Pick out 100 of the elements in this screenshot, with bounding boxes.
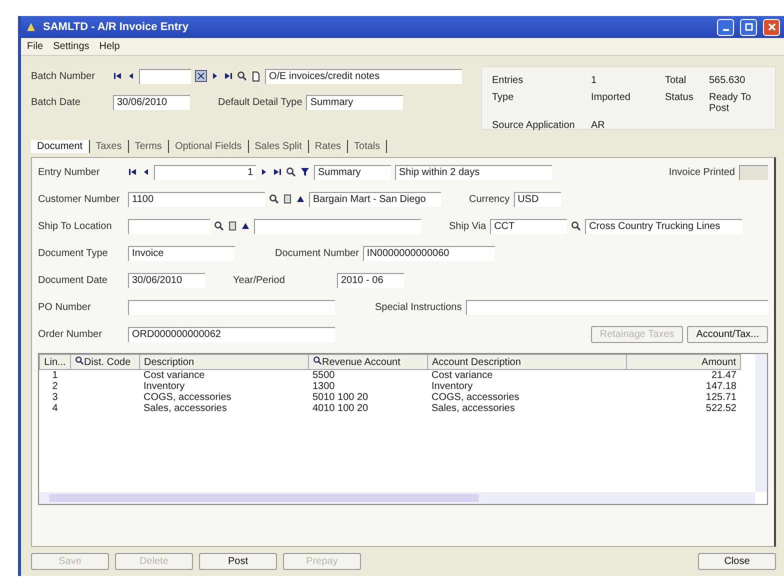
last-record-icon[interactable] xyxy=(223,71,233,81)
info-value: Imported xyxy=(591,92,632,105)
detail-type-field[interactable]: Summary xyxy=(306,94,404,110)
tab[interactable]: Rates xyxy=(308,140,348,153)
last-record-icon[interactable] xyxy=(272,167,282,177)
first-record-icon[interactable] xyxy=(128,167,138,177)
tab[interactable]: Terms xyxy=(128,140,169,153)
ship-via-name-field[interactable]: Cross Country Trucking Lines xyxy=(585,218,742,234)
info-label: Source Application xyxy=(492,120,576,131)
entry-number-field[interactable]: 1 xyxy=(154,164,256,180)
field-label: Customer Number xyxy=(38,194,121,204)
horizontal-scrollbar[interactable] xyxy=(39,492,755,504)
close-window-button[interactable]: Close xyxy=(698,553,776,570)
vertical-scrollbar[interactable] xyxy=(755,354,767,492)
po-number-field[interactable] xyxy=(128,300,335,314)
search-icon[interactable] xyxy=(237,71,247,81)
table-cell: Inventory xyxy=(432,381,473,392)
document-date-field[interactable]: 30/06/2010 xyxy=(128,272,205,288)
table-cell: Sales, accessories xyxy=(432,403,515,414)
table-cell: 147.18 xyxy=(706,381,736,392)
column-header[interactable]: Account Description xyxy=(428,354,626,370)
search-icon xyxy=(313,356,322,365)
currency-field[interactable]: USD xyxy=(514,192,561,206)
batch-date-field[interactable]: 30/06/2010 xyxy=(113,94,190,110)
tab[interactable]: Optional Fields xyxy=(168,140,249,153)
field-label: Year/Period xyxy=(233,274,286,286)
menu-item[interactable]: File xyxy=(27,41,44,52)
tab[interactable]: Sales Split xyxy=(248,140,309,153)
field-label: Document Type xyxy=(38,248,109,258)
up-arrow-icon[interactable] xyxy=(296,195,305,203)
table-cell: 21.47 xyxy=(711,370,736,381)
column-header[interactable]: Description xyxy=(140,354,308,370)
minimize-button[interactable] xyxy=(717,18,734,36)
ship-to-description-field[interactable] xyxy=(254,218,421,234)
table-cell: 4 xyxy=(52,403,58,414)
table-cell: 522.52 xyxy=(706,403,736,414)
ship-via-field[interactable]: CCT xyxy=(490,218,568,234)
menu-item[interactable]: Help xyxy=(99,41,120,52)
field-label: Ship Via xyxy=(449,220,486,232)
zoom-button-icon[interactable] xyxy=(195,70,207,82)
maximize-button[interactable] xyxy=(740,18,757,36)
side-button[interactable]: Account/Tax... xyxy=(687,326,768,342)
next-record-icon[interactable] xyxy=(260,167,268,177)
close-button[interactable] xyxy=(763,18,780,36)
menu-item[interactable]: Settings xyxy=(53,41,90,52)
table-cell: 5500 xyxy=(312,370,335,381)
column-header[interactable]: Dist. Code xyxy=(70,354,140,370)
table-cell: 1300 xyxy=(312,381,335,392)
table-cell: Cost variance xyxy=(144,370,205,381)
previous-record-icon[interactable] xyxy=(142,167,150,177)
column-header[interactable]: Amount xyxy=(626,354,740,370)
document-icon[interactable] xyxy=(228,221,237,231)
table-cell: COGS, accessories xyxy=(144,392,232,403)
search-icon[interactable] xyxy=(571,221,582,231)
table-cell: 1 xyxy=(52,370,58,381)
table-cell: Sales, accessories xyxy=(144,403,227,414)
next-record-icon[interactable] xyxy=(211,71,219,81)
up-arrow-icon[interactable] xyxy=(241,222,250,230)
search-icon xyxy=(75,356,84,365)
order-number-field[interactable]: ORD000000000062 xyxy=(128,326,335,342)
ship-to-field[interactable] xyxy=(128,218,210,234)
field-label: Batch Date xyxy=(31,96,82,108)
field-label: Currency xyxy=(469,194,510,204)
table-cell: COGS, accessories xyxy=(432,392,520,403)
table-cell: Inventory xyxy=(144,381,185,392)
maximize-icon xyxy=(744,23,752,31)
action-button[interactable]: Post xyxy=(199,553,277,570)
table-cell: 125.71 xyxy=(706,392,736,403)
tab[interactable]: Document xyxy=(31,140,90,153)
document-icon[interactable] xyxy=(283,194,292,204)
customer-number-field[interactable]: 1100 xyxy=(128,192,265,206)
tab[interactable]: Totals xyxy=(348,140,388,153)
column-header[interactable]: Revenue Account xyxy=(308,354,428,370)
special-instructions-field[interactable] xyxy=(466,300,768,314)
tab[interactable]: Taxes xyxy=(90,140,129,153)
window-title: SAMLTD - A/R Invoice Entry xyxy=(43,21,188,33)
batch-number-field[interactable] xyxy=(139,68,191,84)
first-record-icon[interactable] xyxy=(113,71,123,81)
table-cell: Cost variance xyxy=(432,370,493,381)
field-label: Special Instructions xyxy=(375,302,462,312)
field-label: Order Number xyxy=(38,328,103,340)
search-icon[interactable] xyxy=(269,194,279,204)
detail-type-field[interactable]: Summary xyxy=(314,164,391,180)
document-type-field[interactable]: Invoice xyxy=(128,246,235,260)
batch-description-field[interactable]: O/E invoices/credit notes xyxy=(265,68,462,84)
search-icon[interactable] xyxy=(286,167,296,177)
year-period-field[interactable]: 2010 - 06 xyxy=(337,272,404,288)
field-label: Ship To Location xyxy=(38,220,113,232)
field-label: PO Number xyxy=(38,302,92,312)
info-value: 1 xyxy=(591,75,598,86)
search-icon[interactable] xyxy=(214,221,224,231)
table-cell: 4010 100 20 xyxy=(312,403,368,414)
previous-record-icon[interactable] xyxy=(127,71,135,81)
info-label: Total xyxy=(665,75,688,86)
entry-description-field[interactable]: Ship within 2 days xyxy=(395,164,552,180)
filter-icon[interactable] xyxy=(300,167,310,177)
customer-name-field[interactable]: Bargain Mart - San Diego xyxy=(309,192,441,206)
column-header[interactable]: Lin... xyxy=(40,354,70,370)
new-document-icon[interactable] xyxy=(251,70,261,82)
document-number-field[interactable]: IN0000000000060 xyxy=(362,246,495,260)
